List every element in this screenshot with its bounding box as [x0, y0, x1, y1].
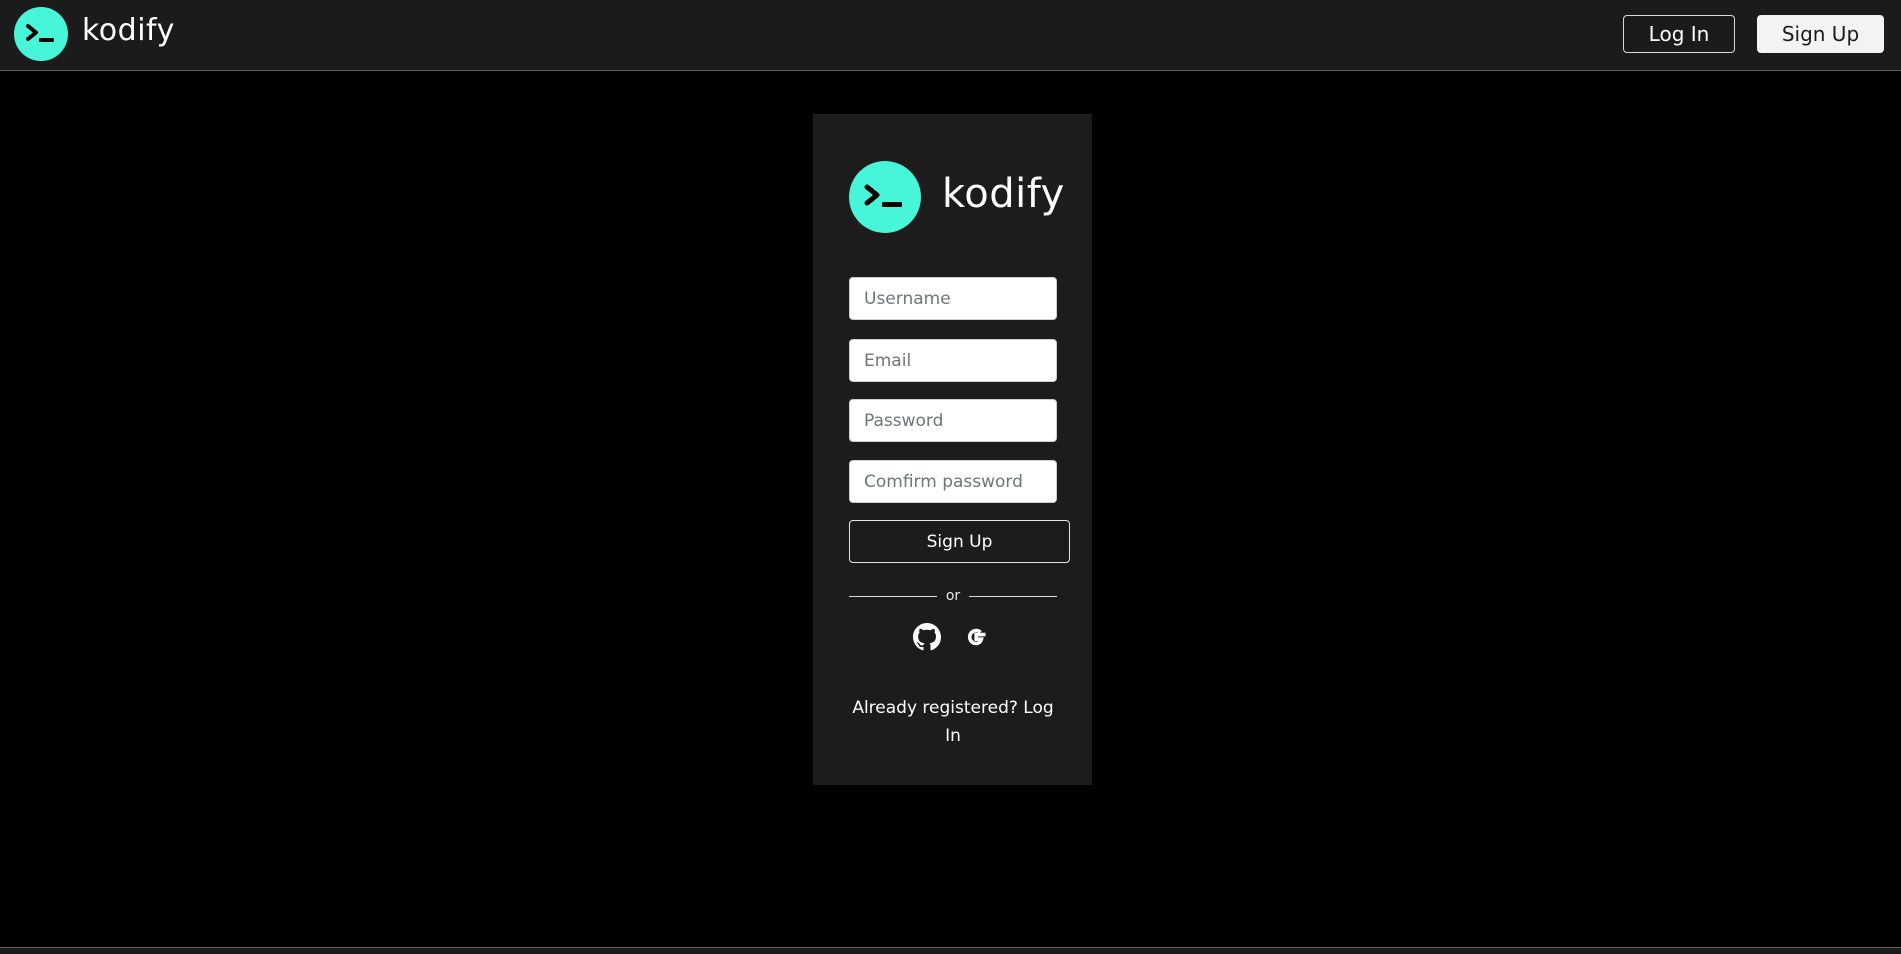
- divider-line: [849, 596, 937, 597]
- nav-login-button[interactable]: Log In: [1623, 15, 1735, 53]
- card-brand: kodify: [849, 161, 1065, 233]
- already-registered-label: Already registered?: [852, 698, 1018, 718]
- already-registered-text: Already registered? Log In: [849, 694, 1057, 750]
- card-wordmark: kodify: [942, 171, 1065, 217]
- google-icon: [962, 623, 990, 655]
- google-login-button[interactable]: [961, 624, 991, 654]
- brand-wordmark: kodify: [82, 13, 175, 48]
- divider-text: or: [945, 588, 961, 604]
- terminal-logo-icon: [849, 161, 921, 233]
- password-input[interactable]: [849, 399, 1057, 442]
- brand-home-link[interactable]: kodify: [14, 7, 175, 61]
- email-input[interactable]: [849, 339, 1057, 382]
- top-navbar: kodify Log In Sign Up: [0, 0, 1901, 71]
- page: kodify Log In Sign Up kodify Sign Up or: [0, 0, 1901, 954]
- confirm-password-input[interactable]: [849, 460, 1057, 503]
- username-input[interactable]: [849, 277, 1057, 320]
- footer-strip: [0, 948, 1901, 954]
- signup-card: kodify Sign Up or A: [813, 114, 1092, 785]
- github-icon: [913, 623, 941, 655]
- github-login-button[interactable]: [912, 623, 942, 655]
- nav-signup-button[interactable]: Sign Up: [1757, 15, 1884, 53]
- signup-submit-button[interactable]: Sign Up: [849, 520, 1070, 563]
- terminal-logo-icon: [14, 7, 68, 61]
- divider-line: [969, 596, 1057, 597]
- or-divider: or: [849, 586, 1057, 606]
